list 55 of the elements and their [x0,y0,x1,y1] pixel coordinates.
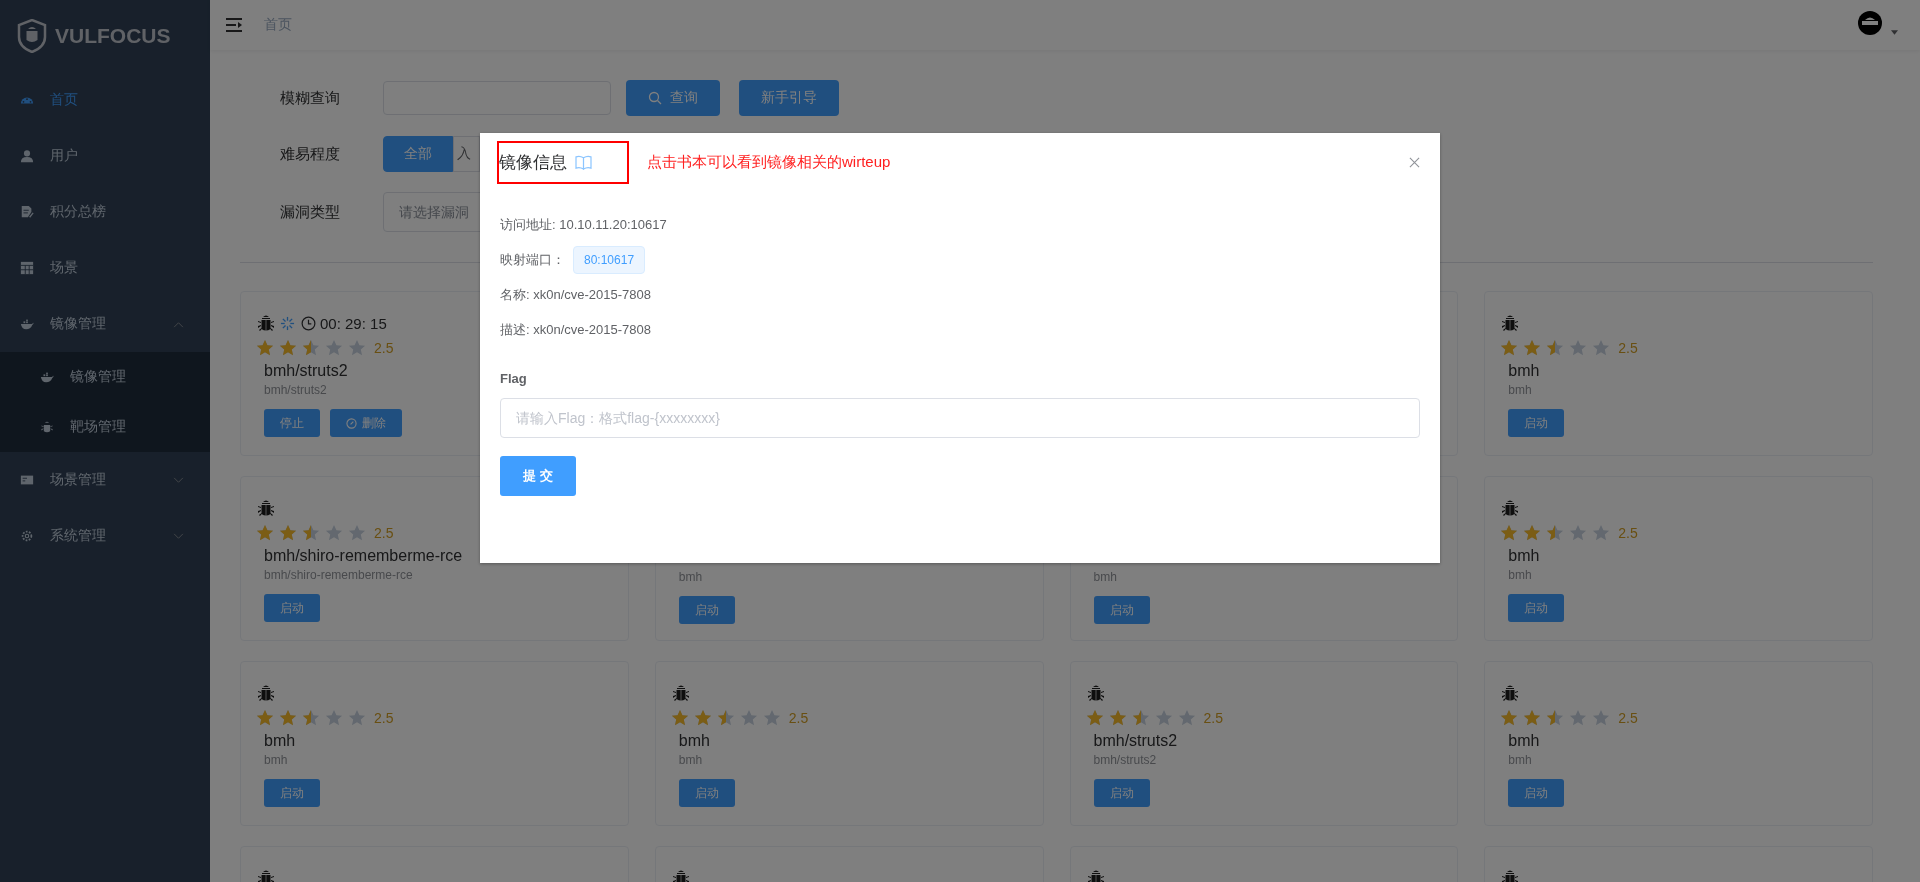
image-name: bmh [1508,732,1540,750]
start-button[interactable]: 启动 [264,779,320,807]
info-text: 名称: xk0n/cve-2015-7808 [500,285,652,304]
submenu-item[interactable]: 靶场管理 [0,402,210,452]
image-name: bmh [1508,362,1540,380]
menu-item[interactable]: 首页 [0,72,210,128]
image-name: bmh [1508,547,1540,565]
rating-value: 2.5 [1203,710,1223,726]
image-name: bmh/struts2 [1093,732,1178,750]
submit-button[interactable]: 提 交 [500,456,576,496]
difficulty-option[interactable]: 入 [453,136,480,172]
rating-value: 2.5 [788,710,809,726]
info-text: 描述: xk0n/cve-2015-7808 [500,320,652,339]
stop-button[interactable]: 停止 [264,409,320,437]
image-name: bmh [264,732,296,750]
menu-item[interactable]: 系统管理 [0,508,210,564]
rating-value: 2.5 [374,340,394,356]
menu-item[interactable]: 积分总榜 [0,184,210,240]
flag-field[interactable]: 请输入Flag：格式flag-{xxxxxxxx} [500,398,1420,438]
search-button[interactable]: 查询 [626,80,720,116]
start-button[interactable]: 启动 [1093,596,1150,624]
rating-value: 2.5 [374,710,394,726]
image-name: bmh [678,732,710,750]
search-label: 模糊查询 [280,88,341,108]
annotation-text: 点击书本可以看到镜像相关的wirteup [647,152,891,172]
submenu-item[interactable]: 镜像管理 [0,352,210,402]
dialog-title: 镜像信息 [499,151,567,174]
info-text: 访问地址: 10.10.11.20:10617 [500,215,667,234]
guide-button[interactable]: 新手引导 [739,80,839,116]
rating-value: 2.5 [1618,525,1638,541]
start-button[interactable]: 启动 [1508,594,1565,622]
logo-text: VULFOCUS [55,24,171,48]
rating-value: 2.5 [1618,710,1638,726]
menu-item[interactable]: 用户 [0,128,210,184]
start-button[interactable]: 启动 [678,596,735,624]
countdown-timer: 00: 29: 15 [320,314,387,332]
rating-value: 2.5 [374,525,394,541]
start-button[interactable]: 启动 [678,779,735,807]
menu-item[interactable]: 场景 [0,240,210,296]
flag-label: Flag [500,371,528,386]
start-button[interactable]: 启动 [1093,779,1150,807]
difficulty-label: 难易程度 [280,144,341,164]
port-tag: 80:10617 [573,245,646,274]
difficulty-option[interactable]: 全部 [383,136,453,172]
menu-item[interactable]: 场景管理 [0,452,210,508]
start-button[interactable]: 启动 [264,594,320,622]
rating-value: 2.5 [1618,340,1638,356]
start-button[interactable]: 启动 [1508,409,1565,437]
delete-button[interactable]: 删除 [330,409,402,437]
image-name: bmh/shiro-rememberme-rce [264,547,463,565]
start-button[interactable]: 启动 [1508,779,1565,807]
port-label: 映射端口： [500,250,565,269]
type-label: 漏洞类型 [280,202,341,222]
menu-item[interactable]: 镜像管理 [0,296,210,352]
image-name: bmh/struts2 [264,362,348,380]
